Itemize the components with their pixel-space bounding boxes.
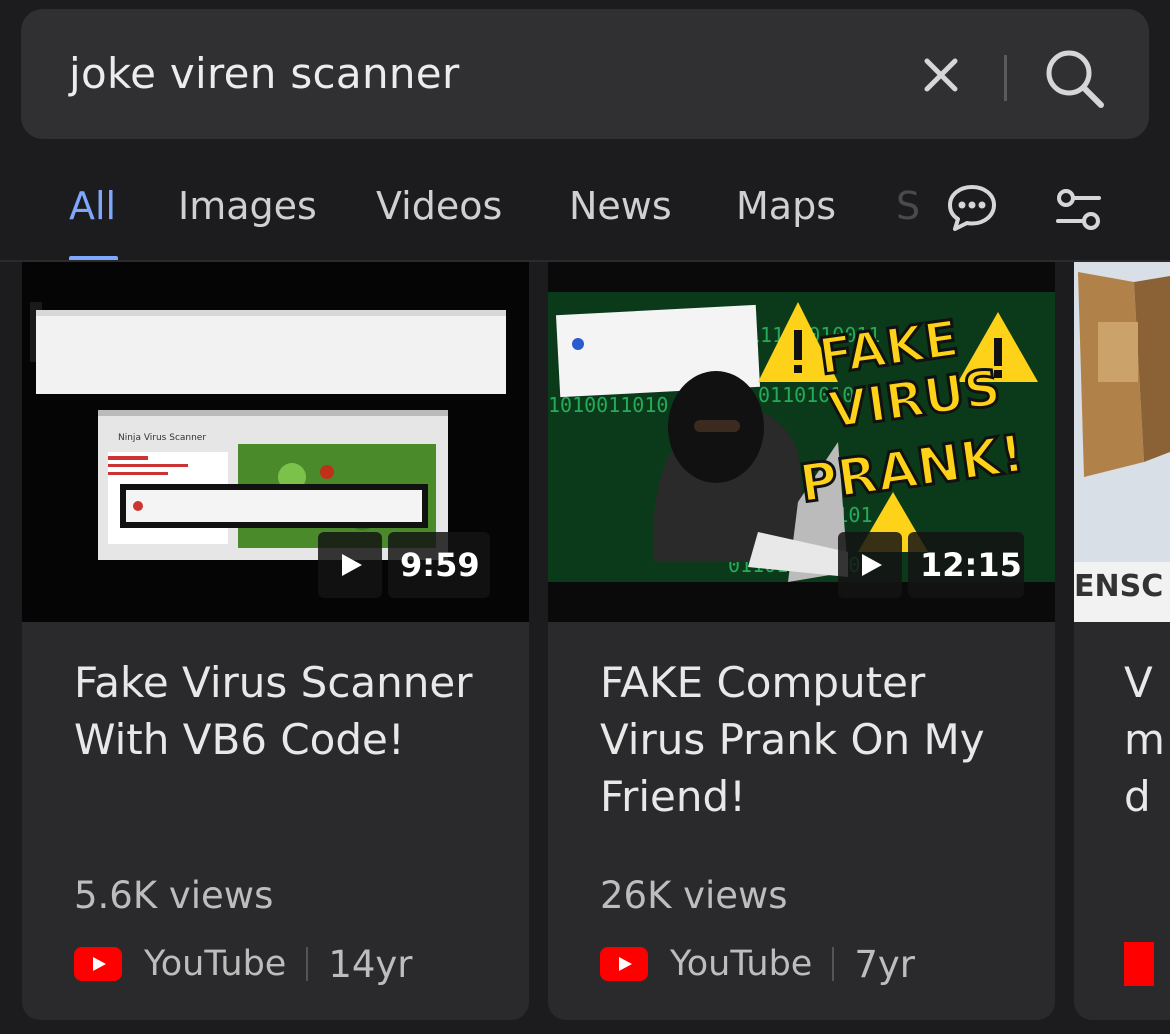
search-input[interactable]: joke viren scanner xyxy=(69,49,460,98)
source-divider xyxy=(306,947,309,981)
video-age: 7yr xyxy=(854,942,915,986)
search-divider xyxy=(1004,55,1007,101)
search-tabs: All Images Videos News Maps S xyxy=(0,160,1170,261)
source-divider xyxy=(832,947,835,981)
video-title-partial[interactable]: V m d xyxy=(1124,654,1165,825)
tab-videos[interactable]: Videos xyxy=(376,184,502,228)
tab-images[interactable]: Images xyxy=(178,184,317,228)
duration-text: 12:15 xyxy=(920,546,1022,584)
play-icon-box xyxy=(318,532,382,598)
tab-maps[interactable]: Maps xyxy=(736,184,836,228)
scanner-window-title: Ninja Virus Scanner xyxy=(118,433,206,443)
view-count: 26K views xyxy=(600,874,788,917)
source-icon xyxy=(1124,942,1154,986)
video-title[interactable]: FAKE Computer Virus Prank On My Friend! xyxy=(600,654,1020,825)
duration-badge: 12:15 xyxy=(908,532,1024,598)
play-icon-box xyxy=(838,532,902,598)
play-icon xyxy=(342,554,362,576)
video-source: YouTube 14yr xyxy=(74,942,413,986)
tab-all[interactable]: All xyxy=(69,184,116,228)
filter-settings-icon[interactable] xyxy=(1053,184,1105,236)
video-card-partial[interactable]: ENSC V m d xyxy=(1074,262,1170,1020)
search-bar: joke viren scanner xyxy=(21,9,1149,139)
source-name: YouTube xyxy=(670,944,813,984)
tab-shopping-partial[interactable]: S xyxy=(896,184,920,228)
video-source xyxy=(1124,942,1154,986)
chat-icon[interactable] xyxy=(946,182,998,234)
video-card[interactable]: 1010011010 11101010011 01101010 1010 011… xyxy=(548,262,1055,1020)
duration-text: 9:59 xyxy=(400,546,480,584)
thumbnail-image: ENSC xyxy=(1074,262,1170,622)
play-icon xyxy=(862,554,882,576)
thumb-partial-text: ENSC xyxy=(1074,569,1163,604)
youtube-icon xyxy=(600,947,648,981)
video-thumbnail: Ninja Virus Scanner 9:59 xyxy=(22,262,529,622)
view-count: 5.6K views xyxy=(74,874,274,917)
video-title[interactable]: Fake Virus Scanner With VB6 Code! xyxy=(74,654,494,768)
video-age: 14yr xyxy=(328,942,413,986)
youtube-icon xyxy=(74,947,122,981)
source-name: YouTube xyxy=(144,944,287,984)
clear-icon[interactable] xyxy=(917,51,965,99)
duration-badge: 9:59 xyxy=(388,532,490,598)
video-card[interactable]: Ninja Virus Scanner 9:59 Fake Virus Scan… xyxy=(22,262,529,1020)
tab-news[interactable]: News xyxy=(569,184,672,228)
video-thumbnail: 1010011010 11101010011 01101010 1010 011… xyxy=(548,262,1055,622)
video-source: YouTube 7yr xyxy=(600,942,915,986)
video-thumbnail: ENSC xyxy=(1074,262,1170,622)
search-icon[interactable] xyxy=(1041,45,1107,111)
